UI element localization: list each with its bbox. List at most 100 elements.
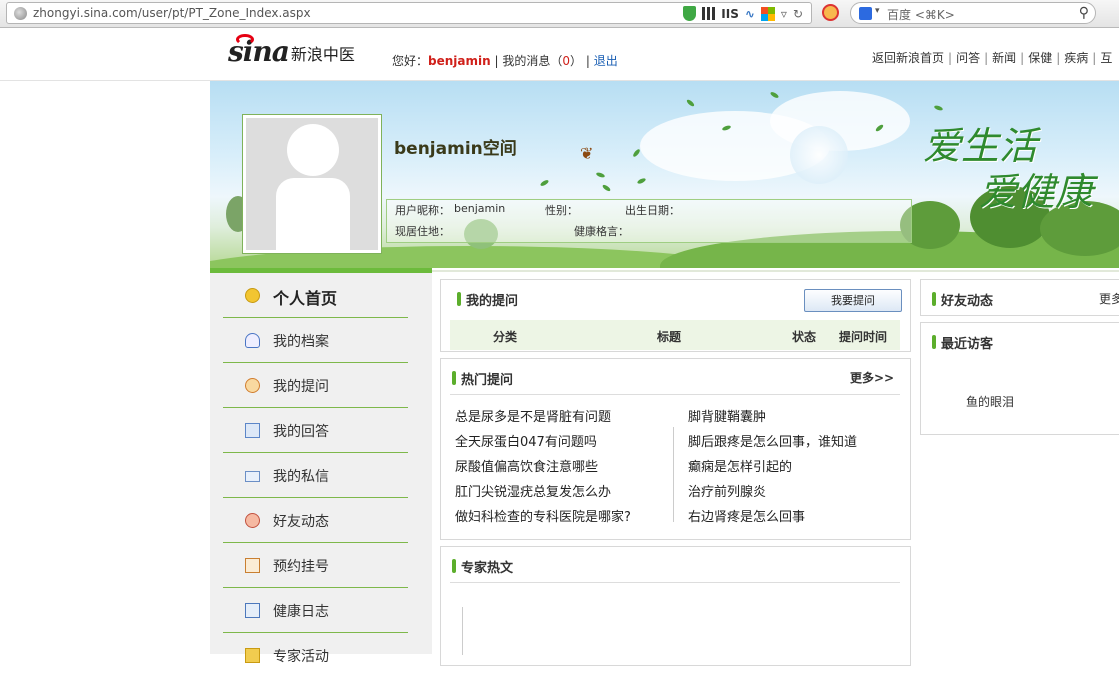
block-icon[interactable] xyxy=(822,4,839,21)
recent-visitors-panel: 最近访客 鱼的眼泪 xyxy=(920,322,1119,435)
avatar[interactable] xyxy=(246,118,378,250)
hot-question-link[interactable]: 治疗前列腺炎 xyxy=(688,481,857,506)
mail-icon xyxy=(245,471,260,482)
sidebar-item-my-questions[interactable]: 我的提问 xyxy=(223,363,408,408)
sina-logo[interactable]: sina 新浪中医 xyxy=(228,34,355,66)
iis-icon[interactable]: IIS xyxy=(721,7,739,21)
engine-dropdown-icon[interactable]: ▾ xyxy=(875,6,880,16)
leaf-decoration xyxy=(539,179,550,187)
smile-icon xyxy=(245,288,260,303)
sidebar-item-home[interactable]: 个人首页 xyxy=(223,273,408,318)
leaf-decoration xyxy=(636,177,647,185)
sidebar-item-label: 个人首页 xyxy=(273,289,338,308)
questions-table-header: 分类 标题 状态 提问时间 xyxy=(450,320,900,350)
nickname-value: benjamin xyxy=(454,202,506,215)
hot-question-link[interactable]: 肛门尖锐湿疣总复发怎么办 xyxy=(455,481,631,506)
sidebar-item-profile[interactable]: 我的档案 xyxy=(223,318,408,363)
sidebar-item-label: 我的回答 xyxy=(273,424,329,440)
avatar-body-icon xyxy=(276,178,350,250)
hot-list-right: 脚背腱鞘囊肿 脚后跟疼是怎么回事，谁知道 癫痫是怎样引起的 治疗前列腺炎 右边肾… xyxy=(688,406,857,531)
site-header: sina 新浪中医 您好：benjamin | 我的消息（0） | 退出 返回新… xyxy=(0,29,1119,81)
search-input[interactable]: 百度 <⌘K> xyxy=(887,6,955,23)
hot-question-link[interactable]: 脚背腱鞘囊肿 xyxy=(688,406,857,431)
friend-updates-more-link[interactable]: 更多 xyxy=(1099,290,1119,307)
address-bar[interactable]: zhongyi.sina.com/user/pt/PT_Zone_Index.a… xyxy=(6,2,812,24)
sidebar-item-my-answers[interactable]: 我的回答 xyxy=(223,408,408,453)
top-nav: 返回新浪首页 | 问答 | 新闻 | 保健 | 疾病 | 互 xyxy=(872,51,1113,65)
profile-icon xyxy=(245,333,260,348)
profile-banner: benjamin空间 ❦ 爱生活 爱健康 用户昵称： benjamin 性别： … xyxy=(210,81,1119,268)
dropdown-icon[interactable]: ▿ xyxy=(781,7,787,21)
sina-eye-icon xyxy=(236,34,254,45)
qr-icon[interactable] xyxy=(702,7,716,20)
messages-link[interactable]: 我的消息（0） xyxy=(502,54,582,68)
hot-question-link[interactable]: 右边肾疼是怎么回事 xyxy=(688,506,857,531)
sidebar-item-label: 预约挂号 xyxy=(273,559,329,575)
list-icon xyxy=(245,423,260,438)
sidebar-nav: 个人首页 我的档案 我的提问 我的回答 我的私信 好友动态 预约挂号 健康日志 … xyxy=(210,273,432,665)
sidebar-item-label: 专家活动 xyxy=(273,649,329,665)
sidebar-item-friend-updates[interactable]: 好友动态 xyxy=(223,498,408,543)
friends-icon xyxy=(245,513,260,528)
panel-title: 专家热文 xyxy=(451,557,513,576)
column-time: 提问时间 xyxy=(839,330,888,344)
friend-updates-panel: 好友动态 更多 xyxy=(920,279,1119,316)
user-greeting: 您好：benjamin | 我的消息（0） | 退出 xyxy=(392,54,618,68)
hot-question-link[interactable]: 全天尿蛋白047有问题吗 xyxy=(455,431,631,456)
activity-icon xyxy=(245,648,260,663)
content-top-border xyxy=(432,270,1119,272)
sidebar-item-messages[interactable]: 我的私信 xyxy=(223,453,408,498)
url-text[interactable]: zhongyi.sina.com/user/pt/PT_Zone_Index.a… xyxy=(33,6,311,20)
sidebar-item-health-log[interactable]: 健康日志 xyxy=(223,588,408,633)
sidebar-item-label: 健康日志 xyxy=(273,604,329,620)
sidebar-item-appointment[interactable]: 预约挂号 xyxy=(223,543,408,588)
divider xyxy=(450,394,900,395)
browser-search-box[interactable]: ▾ 百度 <⌘K> ⚲ xyxy=(850,2,1096,24)
sidebar-item-label: 好友动态 xyxy=(273,514,329,530)
avatar-frame[interactable] xyxy=(242,114,382,254)
gender-label: 性别： xyxy=(545,204,578,217)
nav-sina-home[interactable]: 返回新浪首页 xyxy=(872,51,944,65)
baidu-icon[interactable] xyxy=(859,7,872,20)
hot-question-link[interactable]: 做妇科检查的专科医院是哪家? xyxy=(455,506,631,531)
space-title: benjamin空间 xyxy=(394,139,517,159)
nav-disease[interactable]: 疾病 xyxy=(1064,51,1088,65)
sidebar-item-expert-activity[interactable]: 专家活动 xyxy=(223,633,408,678)
sidebar-item-label: 我的私信 xyxy=(273,469,329,485)
ask-question-button[interactable]: 我要提问 xyxy=(804,289,902,312)
card-icon xyxy=(245,603,260,618)
residence-label: 现居住地： xyxy=(395,225,450,238)
wave-icon[interactable]: ∿ xyxy=(745,7,755,21)
search-icon[interactable]: ⚲ xyxy=(1079,5,1089,21)
nav-more[interactable]: 互 xyxy=(1100,51,1112,65)
hot-questions-panel: 热门提问 更多>> 总是尿多是不是肾脏有问题 全天尿蛋白047有问题吗 尿酸值偏… xyxy=(440,358,911,540)
panel-title: 热门提问 xyxy=(451,369,513,388)
username-link[interactable]: benjamin xyxy=(428,54,491,68)
leaf-decoration xyxy=(632,148,641,158)
hot-question-link[interactable]: 癫痫是怎样引起的 xyxy=(688,456,857,481)
hot-question-link[interactable]: 尿酸值偏高饮食注意哪些 xyxy=(455,456,631,481)
avatar-head-icon xyxy=(287,124,339,176)
shield-icon[interactable] xyxy=(683,6,697,21)
panel-title: 最近访客 xyxy=(931,333,993,352)
divider xyxy=(450,582,900,583)
reload-icon[interactable]: ↻ xyxy=(793,7,803,21)
leaf-decoration xyxy=(769,91,780,99)
column-title: 标题 xyxy=(657,330,682,344)
nav-news[interactable]: 新闻 xyxy=(992,51,1016,65)
panel-title: 我的提问 xyxy=(456,290,518,309)
leaf-decoration xyxy=(595,171,606,179)
windows-icon[interactable] xyxy=(760,6,775,21)
nav-health[interactable]: 保健 xyxy=(1028,51,1052,65)
slogan-line-2: 爱健康 xyxy=(979,170,1094,214)
hot-questions-more-link[interactable]: 更多>> xyxy=(850,369,894,386)
motto-label: 健康格言： xyxy=(574,225,629,238)
sidebar-item-label: 我的提问 xyxy=(273,379,329,395)
hot-question-link[interactable]: 总是尿多是不是肾脏有问题 xyxy=(455,406,631,431)
globe-icon xyxy=(14,7,27,20)
address-bar-icons: IIS ∿ ▿ ↻ xyxy=(683,6,803,21)
nav-qa[interactable]: 问答 xyxy=(956,51,980,65)
visitor-link[interactable]: 鱼的眼泪 xyxy=(966,393,1014,410)
logout-link[interactable]: 退出 xyxy=(594,54,618,68)
hot-question-link[interactable]: 脚后跟疼是怎么回事，谁知道 xyxy=(688,431,857,456)
